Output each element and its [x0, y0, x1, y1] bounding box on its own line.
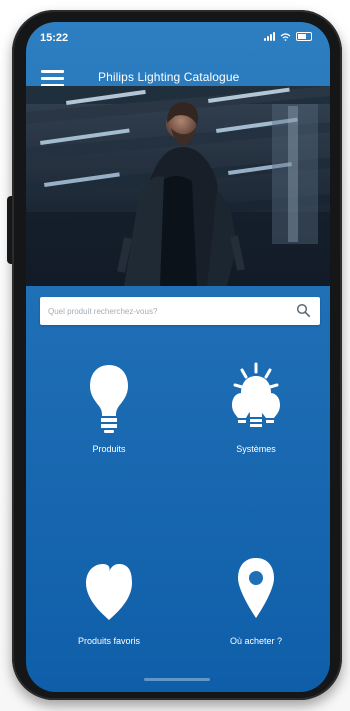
search-icon[interactable]: [296, 303, 311, 318]
where-to-buy-tile[interactable]: Où acheter ?: [206, 554, 306, 658]
device-mockup: 15:22 Philips Lighting Catalogue Quel pr…: [0, 0, 350, 711]
hero-image: [26, 86, 330, 286]
status-time: 15:22: [40, 32, 69, 44]
search-bar: [40, 297, 320, 325]
status-bar: 15:22: [26, 22, 330, 56]
systems-tile[interactable]: Systèmes: [206, 362, 306, 466]
light-bulb-icon: [90, 365, 128, 433]
products-tile[interactable]: Produits: [59, 362, 159, 466]
products-label: Produits: [92, 444, 126, 454]
home-indicator: [144, 678, 210, 681]
signal-icon: [264, 32, 275, 41]
battery-icon: [296, 32, 312, 41]
status-icons: [264, 32, 312, 41]
phone-screen: 15:22 Philips Lighting Catalogue Quel pr…: [26, 22, 330, 692]
app-title: Philips Lighting Catalogue: [98, 70, 240, 84]
favorite-products-label: Produits favoris: [77, 636, 141, 646]
favorite-products-tile[interactable]: Produits favoris: [59, 554, 159, 658]
search-input[interactable]: [48, 302, 288, 320]
where-to-buy-label: Où acheter ?: [229, 636, 283, 646]
systems-label: Systèmes: [236, 444, 276, 454]
heart-icon: [86, 564, 132, 620]
map-pin-icon: [238, 558, 274, 618]
wifi-icon: [280, 32, 291, 41]
hero-photo-man-icon: [26, 86, 330, 286]
smart-lighting-system-icon: [232, 362, 280, 427]
